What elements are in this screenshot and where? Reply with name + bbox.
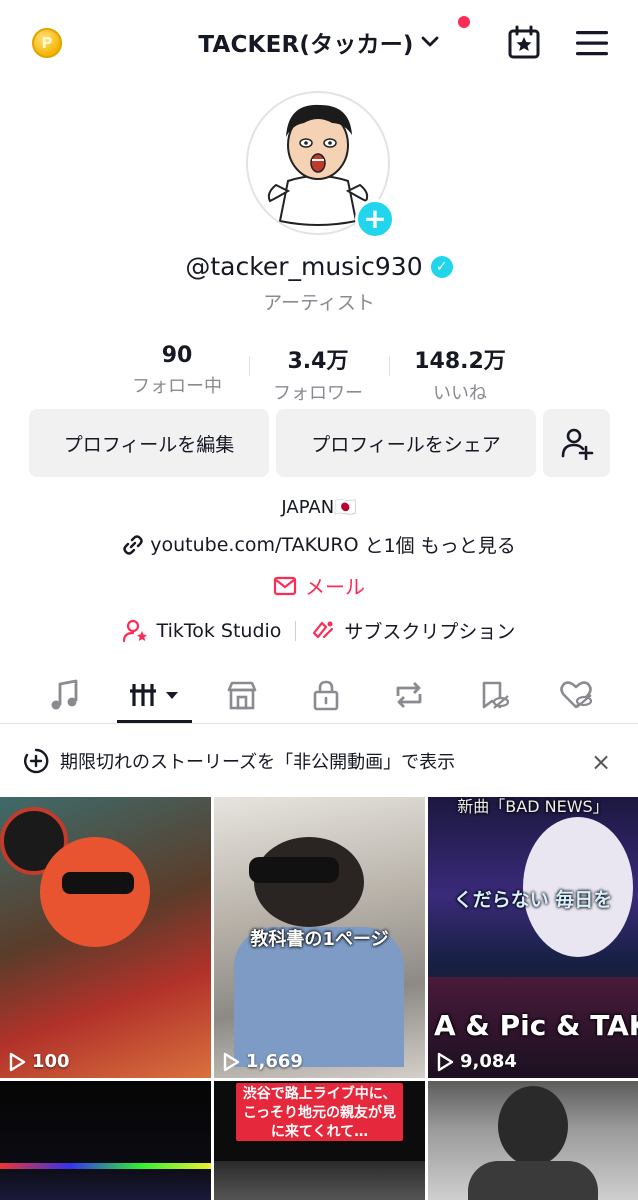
add-friend-button[interactable] [543,409,610,477]
tab-shop[interactable] [222,675,262,715]
stat-value: 3.4万 [287,349,349,374]
video-thumbnail[interactable]: 渋谷で路上ライブ中に、こっそり地元の親友が見に来てくれて… [214,1081,425,1200]
video-bottom-caption: A & Pic & TAKI [434,1009,638,1042]
sunglasses-decor [249,857,339,883]
bio-more-link[interactable]: と1個 もっと見る [365,531,516,558]
link-icon [123,534,143,555]
sunglasses-decor [62,872,134,894]
bio-link[interactable]: youtube.com/TAKURO [150,534,358,556]
video-thumbnail[interactable]: 教科書の1ページ 1,669 [214,797,425,1078]
tab-private[interactable] [306,675,346,715]
view-count-value: 9,084 [460,1051,517,1072]
stat-following[interactable]: 90 フォロー中 [117,343,237,398]
account-switcher[interactable]: TACKER(タッカー) [0,24,638,60]
username: @tacker_music930 [185,252,423,281]
email-label: メール [305,575,365,599]
view-count-value: 1,669 [246,1051,303,1072]
video-top-caption: 新曲「BAD NEWS」 [457,797,609,816]
thumbnail-figure-body [468,1161,598,1200]
thumbnail-figure-head [498,1086,568,1166]
view-count: 1,669 [222,1051,303,1072]
play-icon [223,1052,240,1071]
bookmark-hidden-icon [482,681,510,709]
add-circle-icon [24,748,49,774]
notification-dot [458,16,470,28]
add-avatar-button[interactable]: + [355,199,395,239]
stat-divider [249,356,250,376]
grid-filter-icon [130,684,178,706]
stage-lights-decor [0,1163,211,1169]
share-profile-button[interactable]: プロフィールをシェア [276,409,536,477]
video-thumbnail[interactable] [428,1081,638,1200]
street-scene-decor [214,1161,425,1200]
account-category: アーティスト [263,292,375,314]
subscription-icon [313,621,334,638]
mail-icon [273,576,297,595]
tab-videos[interactable] [127,675,183,715]
email-button[interactable]: メール [0,571,638,600]
tab-divider [0,723,638,724]
view-count-value: 100 [32,1051,70,1072]
stat-label: フォロワー [273,383,363,404]
notice-text: 期限切れのストーリーズを「非公開動画」で表示 [60,752,456,773]
tab-reposts[interactable] [389,675,429,715]
page-title: TACKER(タッカー) [198,32,414,58]
handle-row: @tacker_music930 ✓ [0,252,638,281]
creator-tools-row: TikTok Studio サブスクリプション [0,617,638,644]
heart-hidden-icon [560,681,593,709]
tools-divider [295,620,297,641]
shop-icon [227,681,257,710]
stories-notice[interactable]: 期限切れのストーリーズを「非公開動画」で表示 [22,745,616,777]
subscription-link[interactable]: サブスクリプション [344,617,515,644]
tab-liked[interactable] [557,675,597,715]
video-thumbnail[interactable]: 新曲「BAD NEWS」 くだらない 毎日を A & Pic & TAKI 9,… [428,797,638,1078]
video-overlay-text: くだらない 毎日を [453,889,613,911]
view-count: 100 [8,1051,70,1072]
stat-value: 90 [161,343,193,368]
bio-link-row[interactable]: youtube.com/TAKURO と1個 もっと見る [0,531,638,558]
hamburger-menu-icon[interactable] [574,28,610,58]
music-note-icon [51,679,78,710]
video-overlay-text: 渋谷で路上ライブ中に、こっそり地元の親友が見に来てくれて… [242,1086,397,1140]
stat-followers[interactable]: 3.4万 フォロワー [258,343,378,405]
stat-label: いいね [433,383,487,404]
view-count: 9,084 [436,1051,517,1072]
video-overlay-text: 教科書の1ページ [250,929,389,950]
user-star-icon [122,619,147,642]
stat-divider [389,356,390,376]
stat-value: 148.2万 [414,349,506,374]
add-user-icon [561,428,593,460]
lock-icon [313,680,339,711]
close-icon[interactable]: × [591,748,611,776]
video-thumbnail[interactable]: 100 [0,797,211,1078]
tab-music[interactable] [45,675,85,715]
repost-icon [396,682,422,708]
calendar-star-icon[interactable] [506,24,542,60]
play-icon [437,1052,454,1071]
verified-badge-icon: ✓ [430,255,453,278]
edit-profile-button[interactable]: プロフィールを編集 [29,409,269,477]
tiktok-studio-link[interactable]: TikTok Studio [157,620,282,642]
chevron-down-icon [421,36,439,47]
stat-likes[interactable]: 148.2万 いいね [398,343,522,405]
bio-text: JAPAN🇯🇵 [281,497,357,518]
stat-label: フォロー中 [132,376,222,397]
tab-favorites[interactable] [474,675,514,715]
video-thumbnail[interactable] [0,1081,211,1200]
play-icon [9,1052,26,1071]
